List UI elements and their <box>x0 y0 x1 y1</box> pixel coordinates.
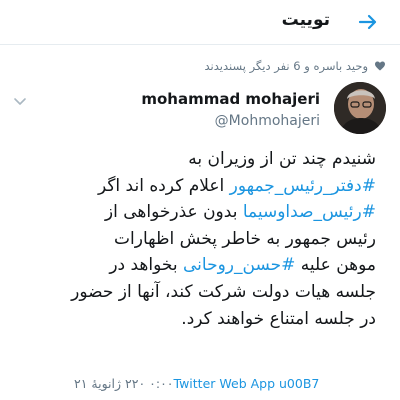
tweet-text-segment: جلسه هیات دولت شرکت کند، آنها از حضور <box>71 281 376 302</box>
tweet-line: موهن علیه #حسن_روحانی بخواهد در <box>18 252 376 279</box>
tweet-line: رئیس جمهور به خاطر پخش اظهارات <box>18 226 376 253</box>
page-title: توییت <box>281 10 330 30</box>
top-bar: توییت <box>0 0 400 45</box>
tweet-text-segment: رئیس جمهور به خاطر پخش اظهارات <box>114 228 376 249</box>
tweet-text-segment: اعلام کرده اند اگر <box>97 175 230 196</box>
tweet-source-link[interactable]: Twitter Web App u00B7 <box>174 376 320 391</box>
avatar[interactable] <box>334 82 386 134</box>
hashtag-link[interactable]: #حسن_روحانی <box>183 255 295 275</box>
tweet-date: ۰:۰۰ ۲۲۰ ژانویهٔ ۲۱ <box>74 375 174 391</box>
chevron-down-icon[interactable] <box>12 94 28 110</box>
tweet-line: شنیدم چند تن از وزیران به <box>18 146 376 173</box>
hashtag-link[interactable]: #رئیس_صداوسیما <box>243 202 376 222</box>
arrow-right-icon <box>358 14 377 30</box>
tweet-line: #رئیس_صداوسیما بدون عذرخواهی از <box>18 199 376 226</box>
tweet-text-segment: بخواهد در <box>109 255 183 276</box>
tweet-line: #دفتر_رئیس_جمهور اعلام کرده اند اگر <box>18 173 376 200</box>
liked-by-row[interactable]: وحید باسره و 6 نفر دیگر پسندیدند <box>20 57 386 75</box>
tweet-text-segment: موهن علیه <box>295 255 376 276</box>
tweet-text: شنیدم چند تن از وزیران به #دفتر_رئیس_جمهو… <box>18 146 376 332</box>
author-display-name[interactable]: mohammad mohajeri <box>141 90 320 108</box>
profile-photo <box>334 82 386 134</box>
tweet-text-segment: بدون عذرخواهی از <box>104 202 243 223</box>
tweet-line: در جلسه امتناع خواهند کرد. <box>18 306 376 333</box>
tweet-text-segment: در جلسه امتناع خواهند کرد. <box>181 308 376 329</box>
tweet-meta: ۰:۰۰ ۲۲۰ ژانویهٔ ۲۱ Twitter Web App u00B… <box>70 374 319 392</box>
hashtag-link[interactable]: #دفتر_رئیس_جمهور <box>230 176 376 196</box>
tweet-text-segment: شنیدم چند تن از وزیران به <box>188 149 376 169</box>
author-username[interactable]: @Mohmohajeri <box>215 113 320 129</box>
heart-icon <box>375 61 385 71</box>
liked-by-text: وحید باسره و 6 نفر دیگر پسندیدند <box>204 59 368 73</box>
back-button[interactable] <box>354 8 382 36</box>
tweet-line: جلسه هیات دولت شرکت کند، آنها از حضور <box>18 279 376 306</box>
